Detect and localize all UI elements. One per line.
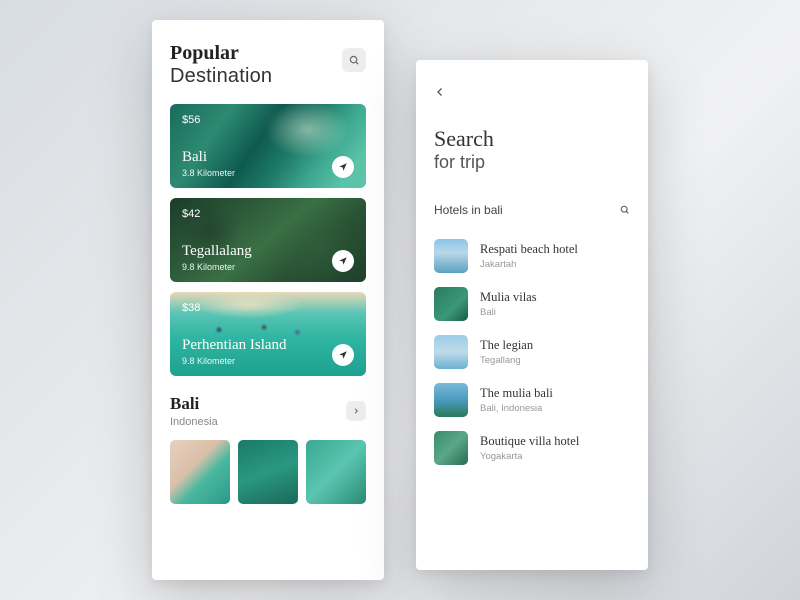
- price-badge: $38: [182, 302, 354, 314]
- result-item[interactable]: Boutique villa hotel Yogakarta: [434, 431, 630, 465]
- destination-card[interactable]: $42 Tegallalang 9.8 Kilometer: [170, 198, 366, 282]
- result-thumbnail: [434, 287, 468, 321]
- search-button[interactable]: [342, 48, 366, 72]
- search-icon: [349, 55, 360, 66]
- search-input[interactable]: Hotels in bali: [434, 203, 630, 221]
- popular-destination-screen: Popular Destination $56 Bali 3.8 Kilomet…: [152, 20, 384, 580]
- result-name: Mulia vilas: [480, 290, 537, 305]
- search-query: Hotels in bali: [434, 203, 503, 217]
- search-trip-screen: Search for trip Hotels in bali Respati b…: [416, 60, 648, 570]
- location-arrow-icon: [338, 350, 348, 360]
- chevron-left-icon: [434, 86, 446, 98]
- title-primary: Search: [434, 126, 630, 152]
- result-name: The legian: [480, 338, 533, 353]
- thumbnail-image[interactable]: [170, 440, 230, 504]
- result-thumbnail: [434, 239, 468, 273]
- result-item[interactable]: The mulia bali Bali, Indonesia: [434, 383, 630, 417]
- chevron-right-icon: [352, 407, 360, 415]
- result-thumbnail: [434, 431, 468, 465]
- page-title: Search for trip: [434, 126, 630, 173]
- title-secondary: Destination: [170, 65, 272, 88]
- place-name: Bali: [182, 149, 235, 166]
- result-location: Tegallang: [480, 355, 533, 366]
- result-location: Yogakarta: [480, 451, 579, 462]
- result-location: Jakartah: [480, 259, 578, 270]
- distance-label: 9.8 Kilometer: [182, 356, 287, 366]
- result-name: Respati beach hotel: [480, 242, 578, 257]
- header: Popular Destination: [170, 42, 366, 88]
- place-name: Tegallalang: [182, 243, 252, 260]
- result-thumbnail: [434, 335, 468, 369]
- thumbnail-row: [170, 440, 366, 504]
- destination-card[interactable]: $56 Bali 3.8 Kilometer: [170, 104, 366, 188]
- result-item[interactable]: The legian Tegallang: [434, 335, 630, 369]
- title-secondary: for trip: [434, 152, 630, 173]
- navigate-button[interactable]: [332, 250, 354, 272]
- featured-location-name: Bali: [170, 394, 218, 414]
- back-button[interactable]: [434, 82, 454, 102]
- distance-label: 9.8 Kilometer: [182, 262, 252, 272]
- price-badge: $56: [182, 114, 354, 126]
- result-location: Bali, Indonesia: [480, 403, 553, 414]
- result-item[interactable]: Respati beach hotel Jakartah: [434, 239, 630, 273]
- search-icon: [620, 205, 630, 215]
- thumbnail-image[interactable]: [238, 440, 298, 504]
- distance-label: 3.8 Kilometer: [182, 168, 235, 178]
- title-primary: Popular: [170, 42, 272, 65]
- featured-location-header: Bali Indonesia: [170, 394, 366, 428]
- result-thumbnail: [434, 383, 468, 417]
- result-name: The mulia bali: [480, 386, 553, 401]
- location-arrow-icon: [338, 162, 348, 172]
- result-item[interactable]: Mulia vilas Bali: [434, 287, 630, 321]
- result-name: Boutique villa hotel: [480, 434, 579, 449]
- price-badge: $42: [182, 208, 354, 220]
- page-title: Popular Destination: [170, 42, 272, 88]
- thumbnail-image[interactable]: [306, 440, 366, 504]
- search-results: Respati beach hotel Jakartah Mulia vilas…: [434, 239, 630, 465]
- destination-card[interactable]: $38 Perhentian Island 9.8 Kilometer: [170, 292, 366, 376]
- featured-location-country: Indonesia: [170, 416, 218, 428]
- navigate-button[interactable]: [332, 156, 354, 178]
- location-arrow-icon: [338, 256, 348, 266]
- navigate-button[interactable]: [332, 344, 354, 366]
- next-button[interactable]: [346, 401, 366, 421]
- destination-cards: $56 Bali 3.8 Kilometer $42 Tegallalang: [170, 104, 366, 376]
- place-name: Perhentian Island: [182, 337, 287, 354]
- result-location: Bali: [480, 307, 537, 318]
